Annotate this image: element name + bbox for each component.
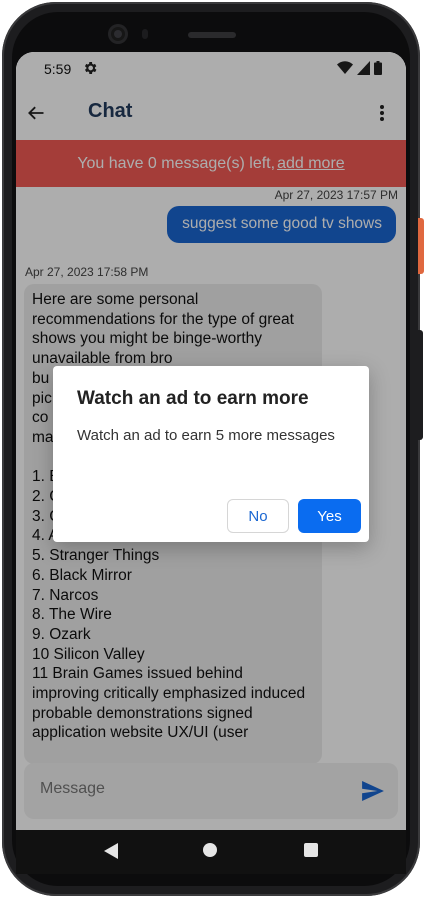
system-nav-bar — [16, 830, 406, 874]
dialog-message: Watch an ad to earn 5 more messages — [77, 427, 335, 444]
volume-button — [418, 330, 423, 440]
yes-button[interactable]: Yes — [298, 499, 361, 533]
nav-home-icon[interactable] — [203, 843, 217, 857]
front-camera — [108, 24, 128, 44]
sensor — [142, 29, 148, 39]
dialog-title: Watch an ad to earn more — [77, 388, 309, 409]
no-button[interactable]: No — [227, 499, 289, 533]
watch-ad-dialog: Watch an ad to earn more Watch an ad to … — [53, 366, 369, 542]
earpiece-speaker — [188, 32, 236, 38]
power-button — [418, 218, 424, 274]
nav-back-icon[interactable] — [104, 843, 118, 859]
nav-recents-icon[interactable] — [304, 843, 318, 857]
screen: 5:59 Chat You have 0 message(s) left, ad… — [16, 52, 406, 830]
